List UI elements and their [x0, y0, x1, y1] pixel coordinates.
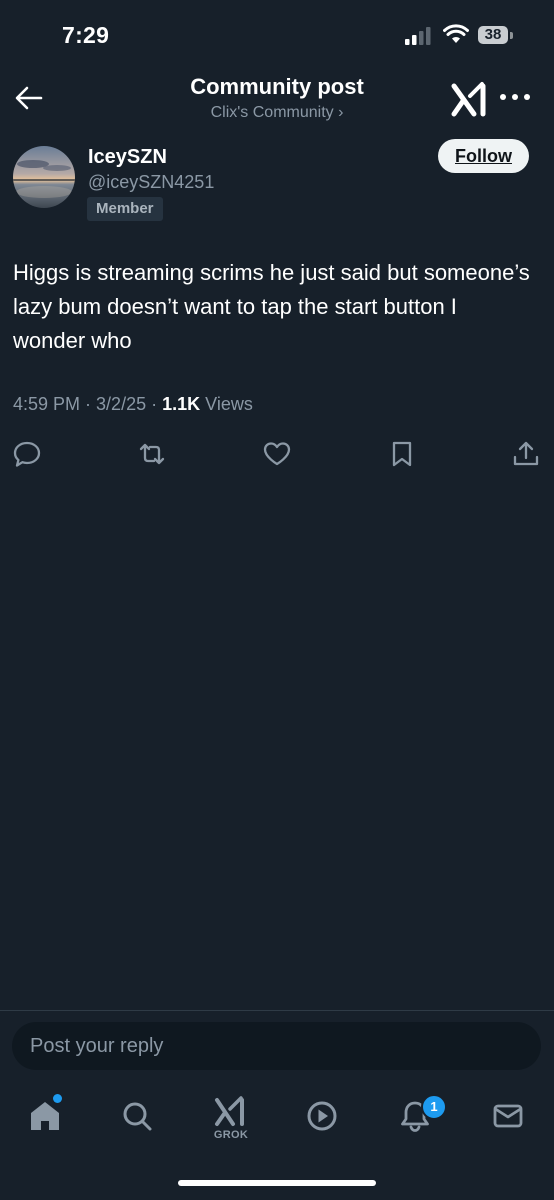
home-indicator[interactable]: [178, 1180, 376, 1186]
follow-button[interactable]: Follow: [438, 139, 529, 173]
author-name[interactable]: IceySZN: [88, 146, 167, 169]
grok-icon[interactable]: [450, 80, 490, 118]
home-notification-dot: [53, 1094, 62, 1103]
divider: [0, 1010, 554, 1011]
member-badge: Member: [87, 197, 163, 221]
video-play-icon[interactable]: [302, 1096, 342, 1136]
search-icon[interactable]: [117, 1096, 157, 1136]
battery-icon: 38: [478, 26, 514, 46]
reply-icon[interactable]: [12, 439, 42, 469]
cellular-signal-icon: [405, 27, 431, 45]
more-options-icon[interactable]: [498, 86, 532, 108]
notification-count-badge: 1: [421, 1094, 447, 1120]
battery-level: 38: [478, 26, 508, 44]
status-time: 7:29: [62, 22, 110, 48]
grok-nav-label: GROK: [213, 1129, 249, 1141]
post-time: 4:59 PM: [13, 394, 81, 414]
like-heart-icon[interactable]: [262, 439, 292, 469]
share-icon[interactable]: [511, 439, 541, 469]
author-handle[interactable]: @iceySZN4251: [88, 172, 214, 193]
reply-input[interactable]: Post your reply: [12, 1022, 541, 1070]
messages-envelope-icon[interactable]: [488, 1096, 528, 1136]
bookmark-icon[interactable]: [387, 439, 417, 469]
views-count[interactable]: 1.1K: [162, 394, 200, 414]
post-text: Higgs is streaming scrims he just said b…: [13, 260, 530, 353]
avatar[interactable]: [13, 146, 75, 208]
post-meta: 4:59 PM · 3/2/25 · 1.1K Views: [13, 394, 253, 414]
wifi-icon: [443, 24, 469, 43]
post-date: 3/2/25: [96, 394, 147, 414]
views-label: Views: [205, 394, 253, 414]
grok-nav-icon[interactable]: [211, 1092, 251, 1132]
repost-icon[interactable]: [137, 439, 167, 469]
